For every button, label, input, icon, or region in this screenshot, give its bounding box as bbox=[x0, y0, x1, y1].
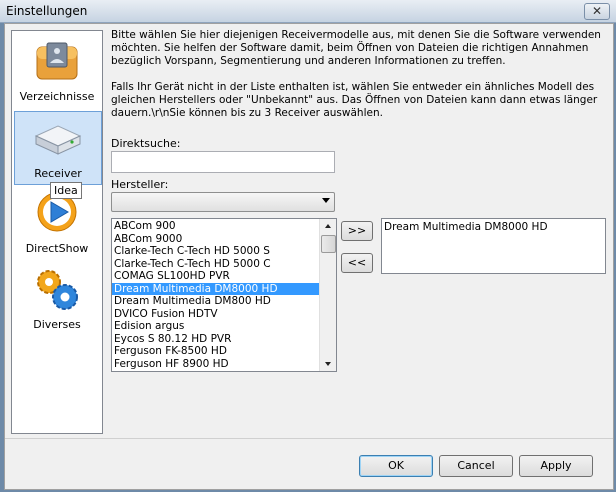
footer-divider bbox=[5, 438, 613, 439]
list-item[interactable]: Edision argus bbox=[112, 320, 336, 333]
sidebar: Verzeichnisse Receiver DirectShow Divers… bbox=[11, 30, 103, 434]
remove-model-button[interactable]: << bbox=[341, 253, 373, 273]
list-item[interactable]: ABCom 900 bbox=[112, 220, 336, 233]
list-item[interactable]: Ferguson FK-8500 HD bbox=[112, 345, 336, 358]
add-model-button[interactable]: >> bbox=[341, 221, 373, 241]
description-text-1: Bitte wählen Sie hier diejenigen Receive… bbox=[111, 29, 601, 67]
sidebar-item-label: DirectShow bbox=[25, 242, 89, 255]
manufacturer-select[interactable] bbox=[111, 192, 335, 212]
scroll-down-button[interactable] bbox=[321, 357, 335, 371]
list-item[interactable]: Dream Multimedia DM800 HD bbox=[112, 295, 336, 308]
apply-button[interactable]: Apply bbox=[519, 455, 593, 477]
tooltip: Idea bbox=[50, 182, 82, 199]
sidebar-item-verzeichnisse[interactable]: Verzeichnisse bbox=[14, 35, 100, 107]
gears-icon bbox=[37, 270, 78, 310]
sidebar-item-receiver[interactable]: Receiver bbox=[14, 111, 102, 185]
list-item[interactable]: Clarke-Tech C-Tech HD 5000 S bbox=[112, 245, 336, 258]
settings-window: Einstellungen ✕ Verzeichnisse Receiver D… bbox=[0, 0, 616, 492]
scroll-up-icon bbox=[325, 224, 331, 228]
list-item[interactable]: Dream Multimedia DM8000 HD bbox=[112, 282, 336, 295]
ok-button[interactable]: OK bbox=[359, 455, 433, 477]
scroll-up-button[interactable] bbox=[321, 219, 335, 233]
list-scrollbar[interactable] bbox=[319, 219, 336, 371]
receiver-icon bbox=[34, 125, 82, 155]
description-text-2: Falls Ihr Gerät nicht in der Liste entha… bbox=[111, 81, 598, 119]
cancel-button[interactable]: Cancel bbox=[439, 455, 513, 477]
search-input[interactable] bbox=[111, 151, 335, 173]
available-models-list[interactable]: ABCom 900 ABCom 9000 Clarke-Tech C-Tech HD… bbox=[111, 218, 337, 372]
list-item[interactable]: Eycos S 80.12 HD PVR bbox=[112, 333, 336, 346]
search-label: Direktsuche: bbox=[111, 137, 181, 150]
sidebar-item-diverses[interactable]: Diverses bbox=[14, 263, 100, 335]
close-button[interactable]: ✕ bbox=[584, 3, 610, 20]
dialog-client: Verzeichnisse Receiver DirectShow Divers… bbox=[4, 23, 614, 490]
chevron-down-icon bbox=[322, 198, 330, 203]
manufacturer-label: Hersteller: bbox=[111, 178, 169, 191]
window-title: Einstellungen bbox=[6, 4, 88, 18]
close-icon: ✕ bbox=[591, 4, 603, 18]
scroll-thumb[interactable] bbox=[321, 235, 336, 253]
list-item[interactable]: ABCom 9000 bbox=[112, 233, 336, 246]
sidebar-item-label: Verzeichnisse bbox=[19, 90, 95, 103]
list-item[interactable]: COMAG SL100HD PVR bbox=[112, 270, 336, 283]
list-item[interactable]: Ferguson HF 8900 HD bbox=[112, 358, 336, 371]
list-item[interactable]: Dream Multimedia DM8000 HD bbox=[382, 221, 605, 234]
title-bar[interactable]: Einstellungen ✕ bbox=[0, 0, 616, 23]
list-item[interactable]: Clarke-Tech C-Tech HD 5000 C bbox=[112, 258, 336, 271]
chosen-models-list[interactable]: Dream Multimedia DM8000 HD bbox=[381, 218, 606, 274]
folder-icon bbox=[36, 42, 78, 80]
scroll-down-icon bbox=[325, 362, 331, 366]
sidebar-item-label: Receiver bbox=[34, 167, 82, 180]
sidebar-item-label: Diverses bbox=[33, 318, 81, 331]
list-item[interactable]: DVICO Fusion HDTV bbox=[112, 308, 336, 321]
